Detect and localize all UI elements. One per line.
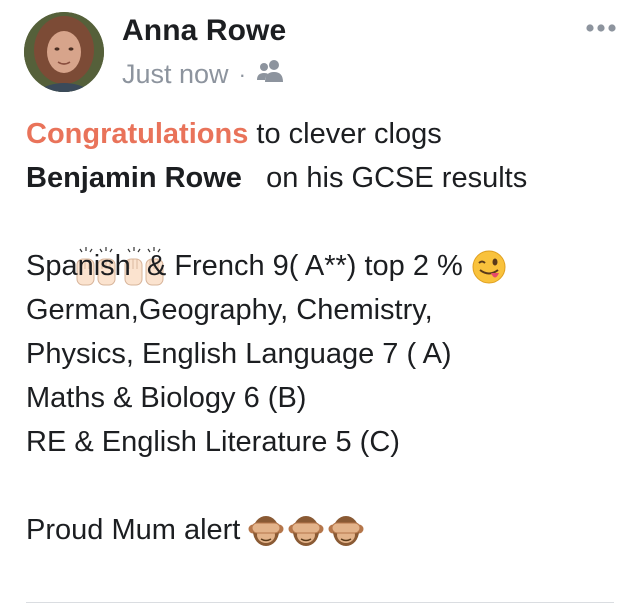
post-text: on his GCSE results: [241, 162, 528, 194]
post-line-2: Benjamin Rowe on his GCSE results: [26, 156, 626, 200]
post-divider: [26, 602, 614, 603]
post-line-6: Physics, English Language 7 ( A): [26, 338, 452, 370]
post: Anna Rowe Just now · Congratulations to …: [0, 0, 640, 610]
highlighted-word[interactable]: Congratulations: [26, 118, 248, 150]
post-line-4: Spanish & French 9( A**) top 2 %: [26, 244, 626, 288]
post-text: Spanish & French 9( A**) top 2 %: [26, 250, 471, 282]
post-body: Congratulations to clever clogs Benjamin…: [26, 112, 626, 552]
post-text: to clever clogs: [248, 118, 442, 150]
avatar-photo: [24, 12, 104, 92]
friends-icon[interactable]: [256, 58, 286, 91]
post-line-7: Maths & Biology 6 (B): [26, 382, 307, 414]
more-options-icon[interactable]: [584, 18, 618, 38]
post-line-3: [26, 200, 626, 286]
avatar[interactable]: [24, 12, 104, 92]
post-line-10: Proud Mum alert: [26, 508, 626, 552]
see-no-evil-monkey-emoji: [248, 514, 364, 548]
post-text: Proud Mum alert: [26, 514, 249, 546]
tagged-person[interactable]: Benjamin Rowe: [26, 162, 242, 194]
meta-separator: ·: [238, 61, 246, 87]
author-name[interactable]: Anna Rowe: [122, 14, 286, 48]
winking-face-with-tongue-emoji: [472, 250, 506, 284]
timestamp[interactable]: Just now: [122, 59, 229, 90]
post-line-5: German,Geography, Chemistry,: [26, 294, 433, 326]
post-line-blank: [26, 464, 626, 508]
post-line-8: RE & English Literature 5 (C): [26, 426, 400, 458]
post-line-1: Congratulations to clever clogs: [26, 112, 626, 156]
post-meta: Just now ·: [122, 58, 286, 91]
